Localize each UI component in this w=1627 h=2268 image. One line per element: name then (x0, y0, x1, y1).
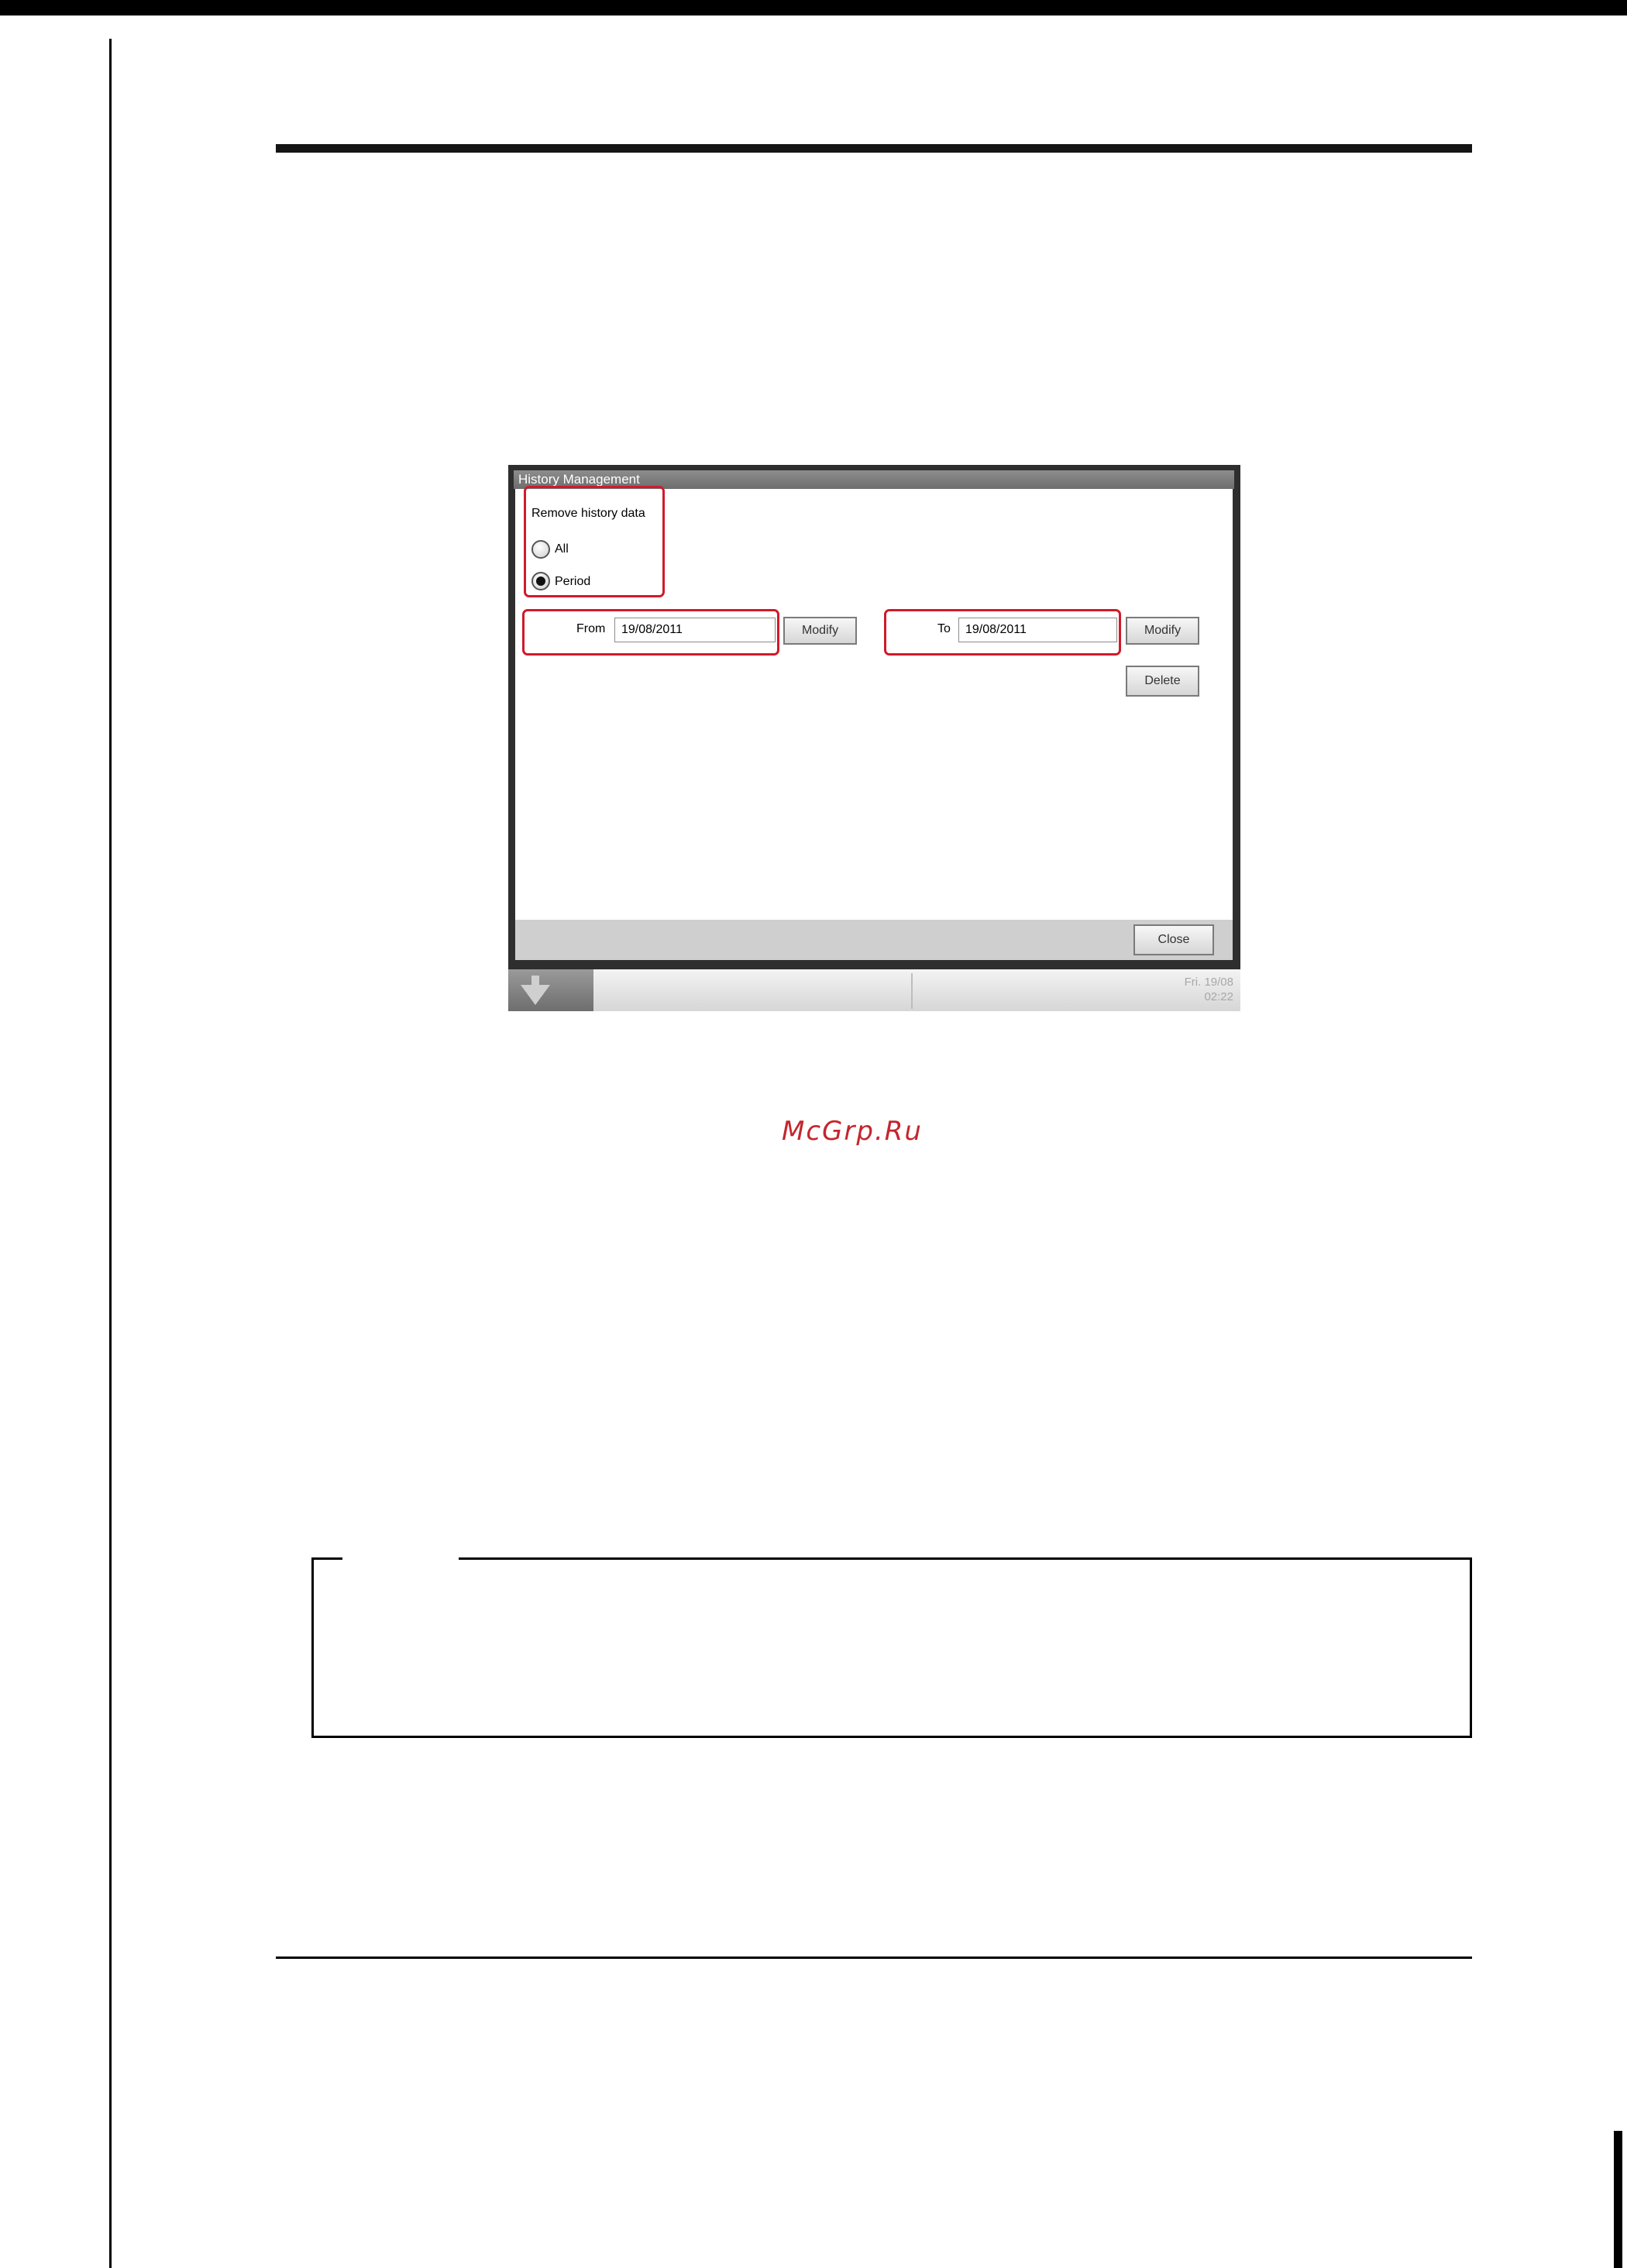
taskbar-home-button[interactable] (508, 969, 593, 1011)
page-top-bar (0, 0, 1627, 15)
highlight-from (522, 609, 779, 656)
highlight-to (884, 609, 1121, 656)
note-box-top-left (311, 1557, 342, 1560)
close-button[interactable]: Close (1133, 924, 1214, 955)
window-footer (515, 920, 1233, 960)
footer-rule (276, 1957, 1472, 1959)
taskbar-clock: Fri. 19/08 02:22 (1162, 975, 1233, 1004)
note-box (311, 1557, 1472, 1738)
delete-button[interactable]: Delete (1126, 666, 1199, 697)
clock-day: Fri. 19/08 (1184, 976, 1233, 989)
highlight-remove-options (524, 486, 665, 597)
note-box-top-right (459, 1557, 1472, 1560)
right-edge-tab (1614, 2131, 1622, 2268)
taskbar-separator (911, 973, 913, 1009)
taskbar (508, 969, 1240, 1011)
watermark-text: McGrp.Ru (782, 1116, 923, 1147)
clock-time: 02:22 (1204, 990, 1233, 1003)
modify-to-button[interactable]: Modify (1126, 617, 1199, 645)
down-arrow-icon (521, 976, 550, 1005)
modify-from-button[interactable]: Modify (783, 617, 857, 645)
header-rule (276, 144, 1472, 153)
left-margin-rule (109, 39, 112, 2268)
